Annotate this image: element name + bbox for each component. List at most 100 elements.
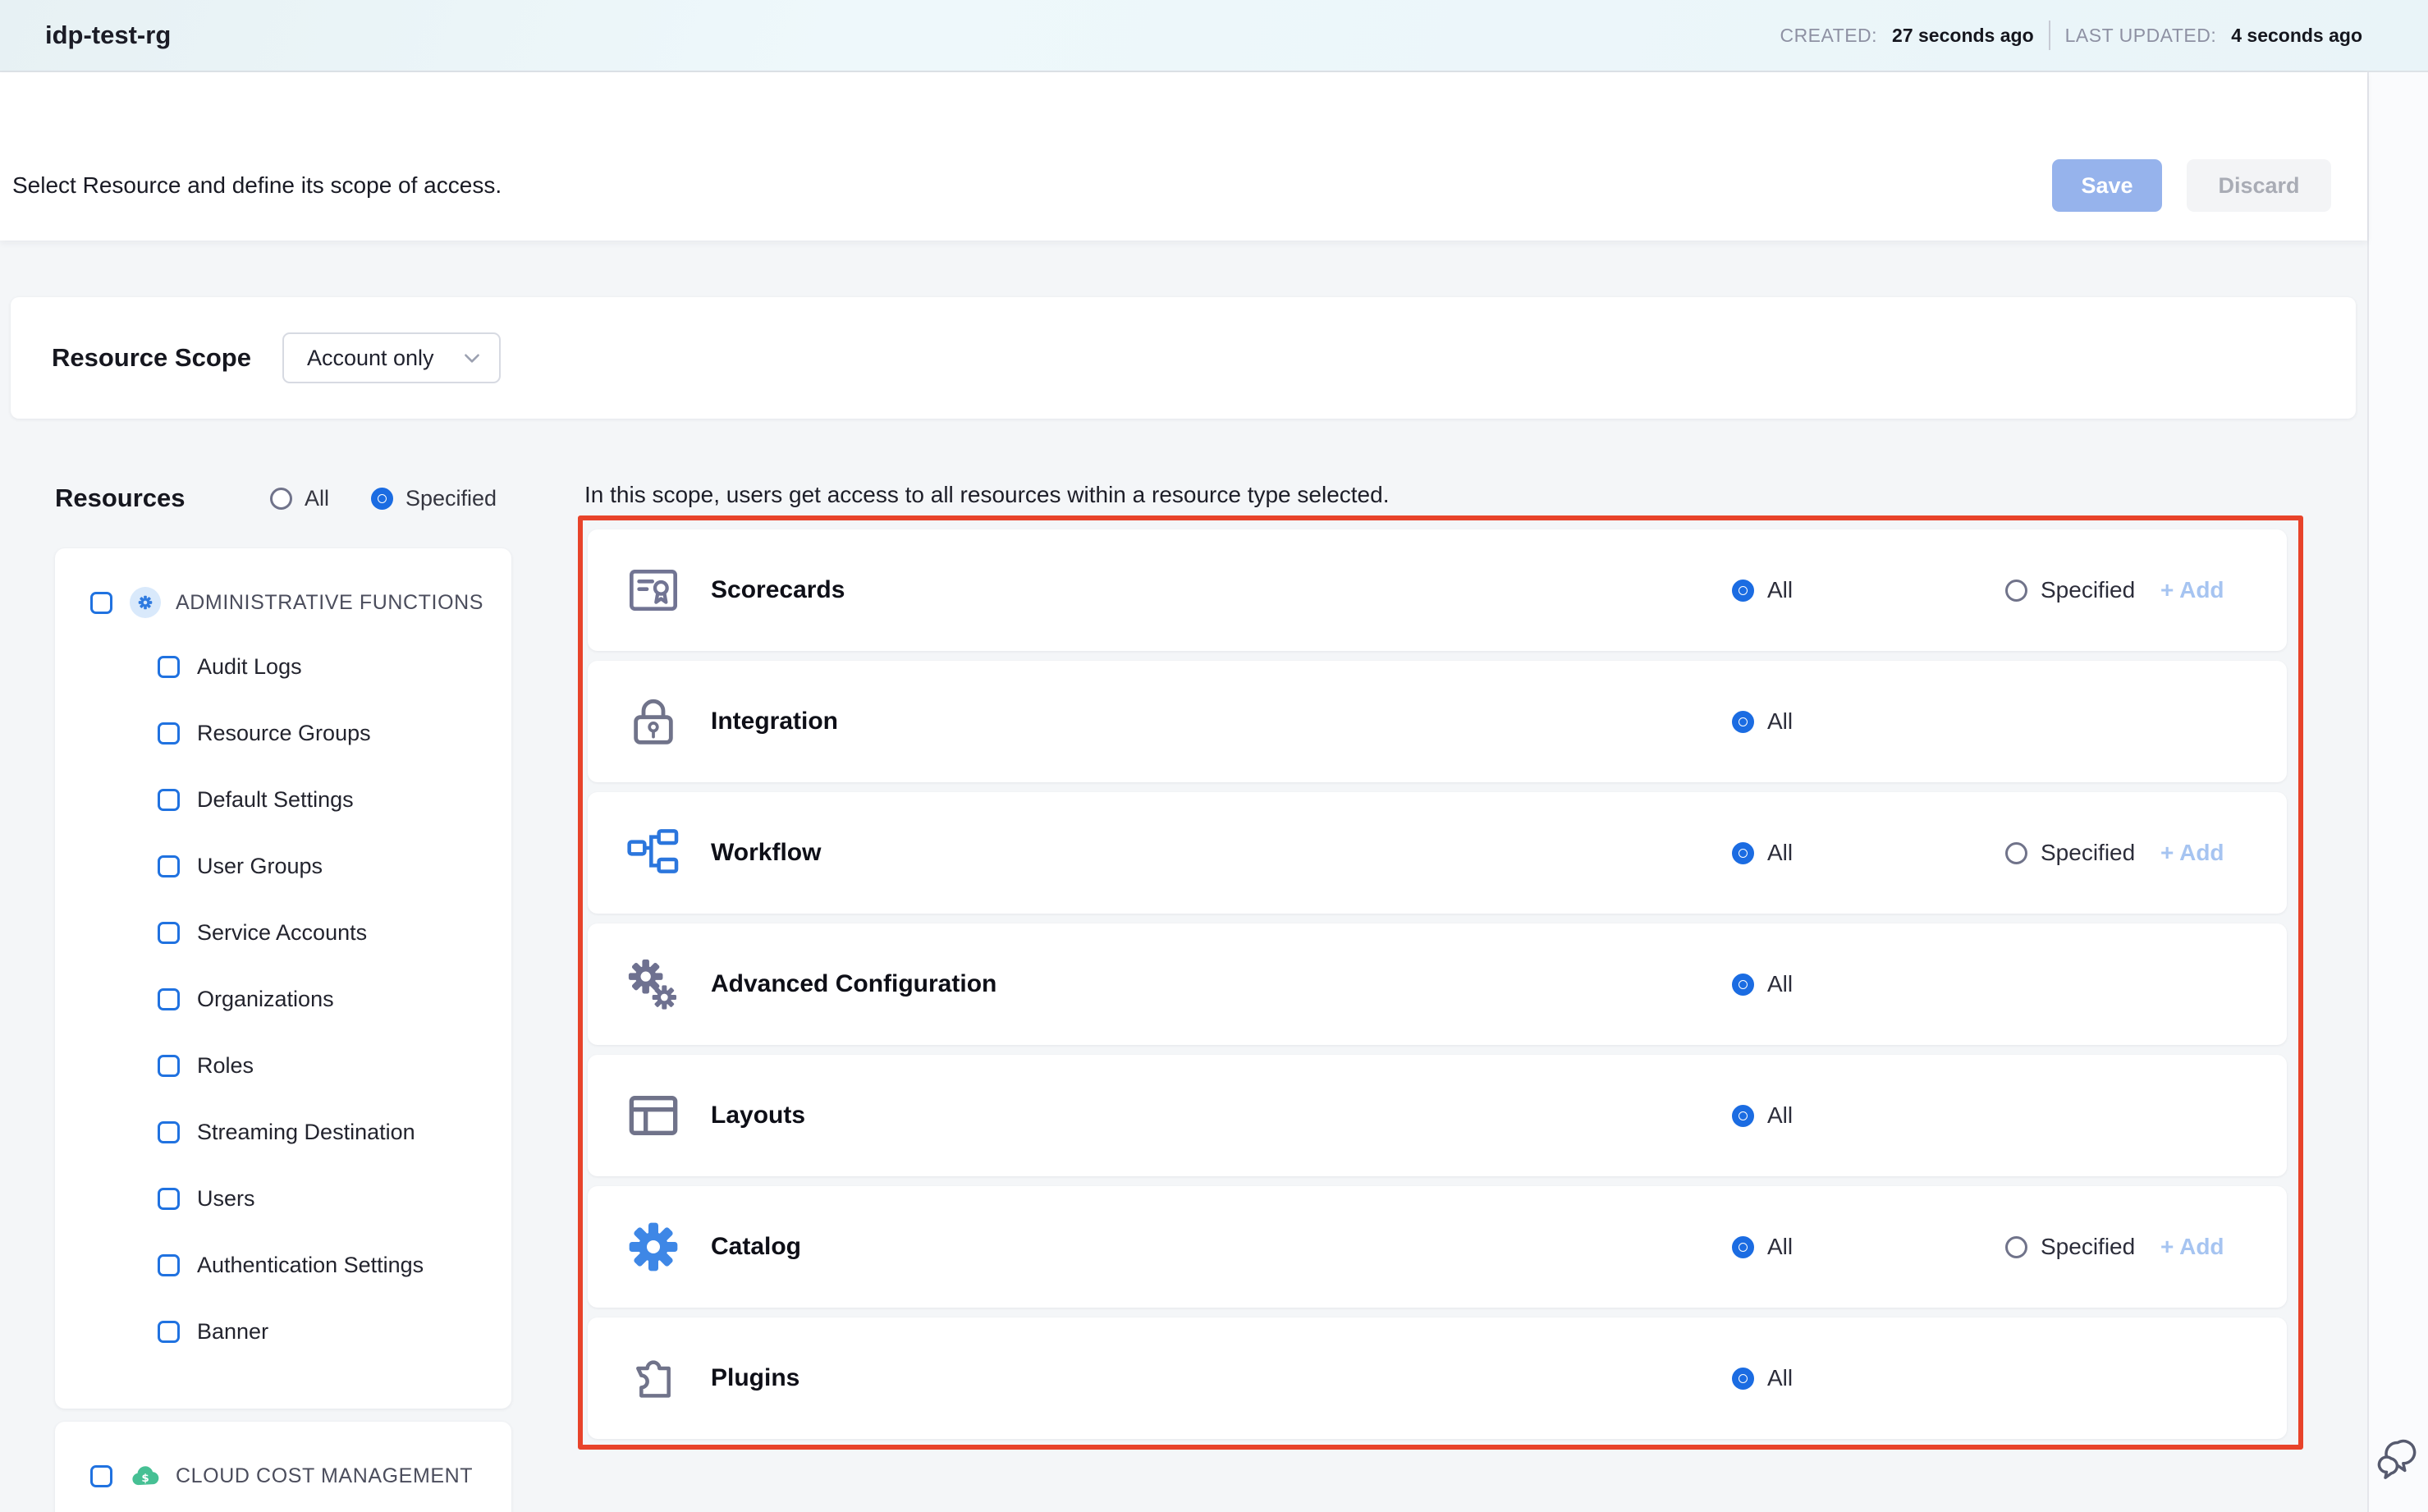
item-checkbox[interactable] <box>158 1121 180 1143</box>
resources-specified-radio[interactable]: Specified <box>371 486 497 511</box>
group-name: CLOUD COST MANAGEMENT <box>176 1464 473 1488</box>
row-add-button[interactable]: + Add <box>2160 840 2224 866</box>
resource-item[interactable]: Streaming Destination <box>158 1110 511 1154</box>
item-checkbox[interactable] <box>158 922 180 944</box>
resource-type-row: Layouts All <box>588 1055 2287 1176</box>
item-label: User Groups <box>197 854 323 879</box>
resource-group-card: CLOUD COST MANAGEMENT Recommendations <box>55 1422 511 1512</box>
row-specified-radio[interactable]: Specified <box>2005 577 2135 603</box>
resource-item[interactable]: Banner <box>158 1309 511 1354</box>
item-checkbox[interactable] <box>158 1254 180 1276</box>
radio-icon <box>1732 1236 1754 1258</box>
resource-type-label: Integration <box>711 708 838 735</box>
header-meta: CREATED: 27 seconds ago LAST UPDATED: 4 … <box>1780 21 2362 50</box>
row-all-radio[interactable]: All <box>1732 708 1793 735</box>
item-checkbox[interactable] <box>158 855 180 877</box>
row-all-radio[interactable]: All <box>1732 971 1793 997</box>
resources-header: Resources All Specified <box>55 476 515 520</box>
chevron-down-icon <box>461 347 483 369</box>
radio-icon <box>270 488 292 510</box>
row-all-radio[interactable]: All <box>1732 577 1793 603</box>
group-checkbox[interactable] <box>90 592 112 614</box>
resource-item[interactable]: User Groups <box>158 844 511 888</box>
resource-type-label: Layouts <box>711 1102 805 1129</box>
row-specified-label: Specified <box>2041 577 2135 603</box>
radio-icon <box>1732 1105 1754 1127</box>
resource-type-row: Scorecards All Specified + Add <box>588 529 2287 651</box>
row-all-radio[interactable]: All <box>1732 1234 1793 1260</box>
meta-divider <box>2049 21 2050 50</box>
resource-group-header: ADMINISTRATIVE FUNCTIONS <box>90 548 511 625</box>
item-checkbox[interactable] <box>158 789 180 811</box>
radio-icon <box>1732 580 1754 602</box>
save-button[interactable]: Save <box>2052 159 2162 212</box>
row-all-label: All <box>1767 1102 1793 1129</box>
item-label: Organizations <box>197 987 334 1012</box>
group-checkbox[interactable] <box>90 1465 112 1487</box>
resource-item[interactable]: Audit Logs <box>158 644 511 689</box>
resource-type-label: Scorecards <box>711 576 845 604</box>
gears-icon <box>627 958 680 1010</box>
item-label: Audit Logs <box>197 654 302 680</box>
resource-types-box: Scorecards All Specified + Add Integrati… <box>578 515 2303 1450</box>
radio-icon <box>2005 1236 2027 1258</box>
row-specified-radio[interactable]: Specified <box>2005 840 2135 866</box>
row-all-radio[interactable]: All <box>1732 1102 1793 1129</box>
resource-item[interactable]: Default Settings <box>158 777 511 822</box>
row-add-button[interactable]: + Add <box>2160 1234 2224 1260</box>
resource-item[interactable]: Service Accounts <box>158 910 511 955</box>
row-all-label: All <box>1767 708 1793 735</box>
last-updated-value: 4 seconds ago <box>2231 25 2362 47</box>
help-chat-icon[interactable] <box>2374 1432 2425 1482</box>
item-checkbox[interactable] <box>158 1321 180 1343</box>
row-specified-label: Specified <box>2041 1234 2135 1260</box>
resource-item[interactable]: Organizations <box>158 977 511 1021</box>
resource-scope-select[interactable]: Account only <box>282 332 501 383</box>
resources-all-label: All <box>305 486 329 511</box>
last-updated-label: LAST UPDATED: <box>2065 25 2217 47</box>
item-checkbox[interactable] <box>158 1055 180 1077</box>
resource-item[interactable]: Authentication Settings <box>158 1243 511 1287</box>
resource-item[interactable]: Resource Groups <box>158 711 511 755</box>
cloud-dollar-icon <box>130 1460 161 1491</box>
page-title: idp-test-rg <box>45 21 171 50</box>
lock-icon <box>627 695 680 748</box>
row-specified-radio[interactable]: Specified <box>2005 1234 2135 1260</box>
resource-scope-label: Resource Scope <box>52 343 251 373</box>
radio-icon <box>1732 842 1754 864</box>
row-specified-label: Specified <box>2041 840 2135 866</box>
row-all-label: All <box>1767 971 1793 997</box>
item-label: Users <box>197 1186 255 1212</box>
radio-icon <box>1732 711 1754 733</box>
resources-all-radio[interactable]: All <box>270 486 329 511</box>
item-checkbox[interactable] <box>158 656 180 678</box>
resource-type-label: Advanced Configuration <box>711 970 996 998</box>
resource-type-row: Catalog All Specified + Add <box>588 1186 2287 1308</box>
resource-type-row: Plugins All <box>588 1317 2287 1439</box>
item-label: Roles <box>197 1053 254 1079</box>
resource-type-row: Workflow All Specified + Add <box>588 792 2287 914</box>
row-all-radio[interactable]: All <box>1732 840 1793 866</box>
item-checkbox[interactable] <box>158 988 180 1010</box>
discard-button[interactable]: Discard <box>2187 159 2331 212</box>
gear-solid-icon <box>627 1221 680 1273</box>
created-value: 27 seconds ago <box>1892 25 2034 47</box>
created-label: CREATED: <box>1780 25 1877 47</box>
row-add-button[interactable]: + Add <box>2160 577 2224 603</box>
page-header: idp-test-rg CREATED: 27 seconds ago LAST… <box>0 0 2428 72</box>
item-checkbox[interactable] <box>158 1188 180 1210</box>
radio-icon <box>2005 842 2027 864</box>
radio-icon <box>371 488 393 510</box>
gear-badge-icon <box>130 587 161 618</box>
row-all-label: All <box>1767 1234 1793 1260</box>
resource-item[interactable]: Users <box>158 1176 511 1221</box>
toolbar-subtitle: Select Resource and define its scope of … <box>12 172 502 199</box>
resource-item[interactable]: Roles <box>158 1043 511 1088</box>
row-all-radio[interactable]: All <box>1732 1365 1793 1391</box>
resource-scope-card: Resource Scope Account only <box>11 297 2356 419</box>
resource-group-header: CLOUD COST MANAGEMENT <box>90 1422 511 1498</box>
scope-note: In this scope, users get access to all r… <box>584 482 1389 508</box>
resource-type-row: Integration All <box>588 661 2287 782</box>
item-checkbox[interactable] <box>158 722 180 745</box>
group-items: Audit Logs Resource Groups Default Setti… <box>55 644 511 1354</box>
